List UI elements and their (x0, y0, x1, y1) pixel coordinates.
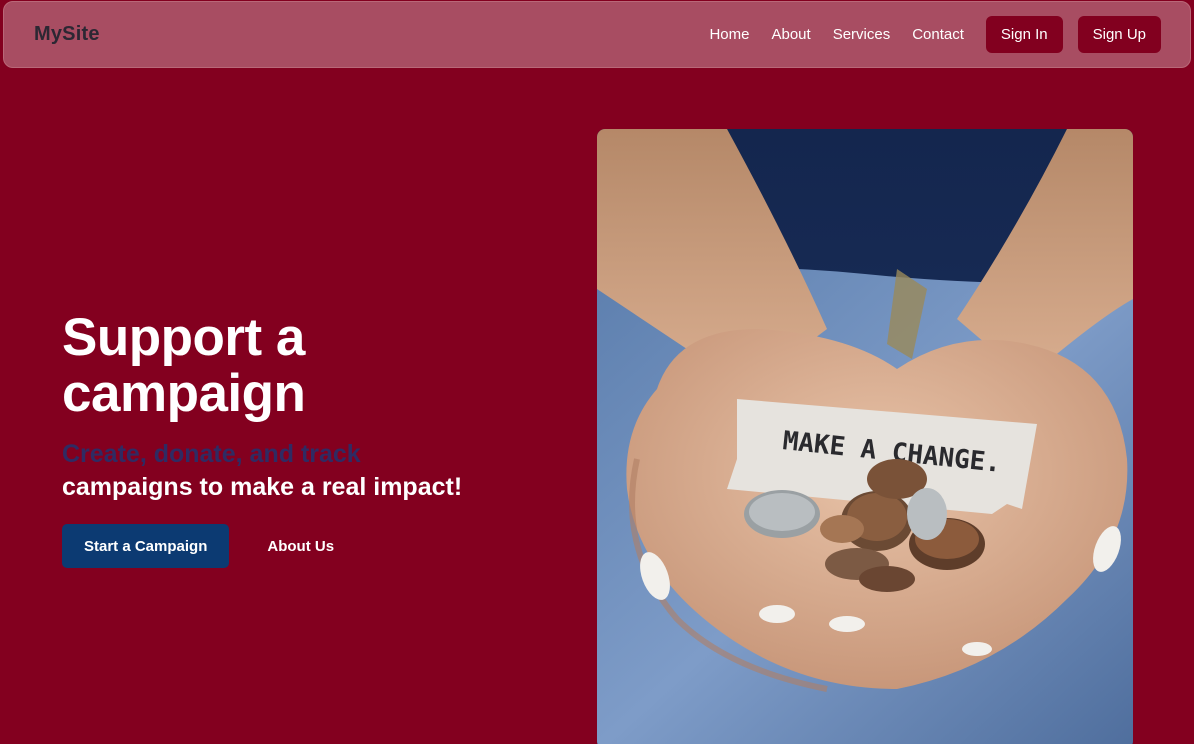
about-us-button[interactable]: About Us (267, 538, 334, 555)
brand-logo[interactable]: MySite (34, 23, 100, 46)
hero-subtitle-line1: Create, donate, and track (62, 440, 361, 468)
hero-image: MAKE A CHANGE. (597, 129, 1133, 744)
nav-link-home[interactable]: Home (709, 26, 749, 43)
hero-subtitle: Create, donate, and track campaigns to m… (62, 438, 542, 504)
hero-content: Support a campaign Create, donate, and t… (62, 310, 542, 568)
nav-link-contact[interactable]: Contact (912, 26, 964, 43)
start-campaign-button[interactable]: Start a Campaign (62, 524, 230, 568)
hands-with-coins-photo: MAKE A CHANGE. (597, 129, 1133, 744)
nav-link-about[interactable]: About (771, 26, 810, 43)
hero-actions: Start a Campaign About Us (62, 524, 542, 568)
hero-title-line1: Support a (62, 308, 305, 367)
hero-subtitle-line2: campaigns to make a real impact! (62, 473, 463, 501)
nav-menu: Home About Services Contact Sign In Sign… (709, 16, 1161, 53)
sign-in-button[interactable]: Sign In (985, 16, 1063, 53)
sign-up-button[interactable]: Sign Up (1077, 16, 1161, 53)
hero-title: Support a campaign (62, 310, 542, 422)
navbar: MySite Home About Services Contact Sign … (3, 1, 1191, 68)
hero-title-line2: campaign (62, 364, 306, 423)
nav-link-services[interactable]: Services (833, 26, 891, 43)
